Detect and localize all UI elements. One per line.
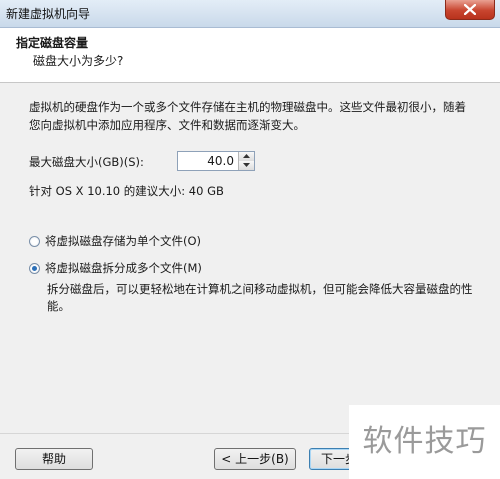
radio-single-file[interactable]: 将虚拟磁盘存储为单个文件(O) (29, 233, 201, 249)
help-button[interactable]: 帮助 (15, 448, 93, 470)
disk-size-label: 最大磁盘大小(GB)(S): (29, 155, 144, 169)
disk-size-stepper[interactable]: 40.0 (177, 151, 255, 171)
page-title: 指定磁盘容量 (16, 36, 89, 50)
disk-size-value[interactable]: 40.0 (207, 154, 234, 168)
arrow-up-icon (243, 154, 250, 158)
radio-split-files-label[interactable]: 将虚拟磁盘拆分成多个文件(M) (45, 260, 202, 276)
disk-description: 虚拟机的硬盘作为一个或多个文件存储在主机的物理磁盘中。这些文件最初很小，随着您向… (29, 100, 466, 132)
window-titlebar: 新建虚拟机向导 (0, 0, 500, 28)
watermark-text: 软件技巧 (349, 405, 500, 479)
close-button[interactable] (445, 0, 495, 20)
back-button[interactable]: < 上一步(B) (214, 448, 296, 470)
radio-split-files[interactable]: 将虚拟磁盘拆分成多个文件(M) (29, 260, 202, 276)
recommended-size: 针对 OS X 10.10 的建议大小: 40 GB (29, 184, 224, 198)
split-description: 拆分磁盘后，可以更轻松地在计算机之间移动虚拟机，但可能会降低大容量磁盘的性能。 (47, 282, 473, 313)
radio-split-files-indicator[interactable] (29, 262, 40, 274)
page-subtitle: 磁盘大小为多少? (33, 54, 124, 68)
radio-single-file-label[interactable]: 将虚拟磁盘存储为单个文件(O) (45, 233, 201, 249)
wizard-body (0, 83, 500, 433)
wizard-header: 指定磁盘容量 磁盘大小为多少? (0, 28, 500, 83)
stepper-down-button[interactable] (238, 161, 254, 170)
radio-single-file-indicator[interactable] (29, 235, 40, 247)
window-title: 新建虚拟机向导 (6, 7, 91, 21)
arrow-down-icon (243, 163, 250, 167)
close-icon (464, 4, 476, 15)
